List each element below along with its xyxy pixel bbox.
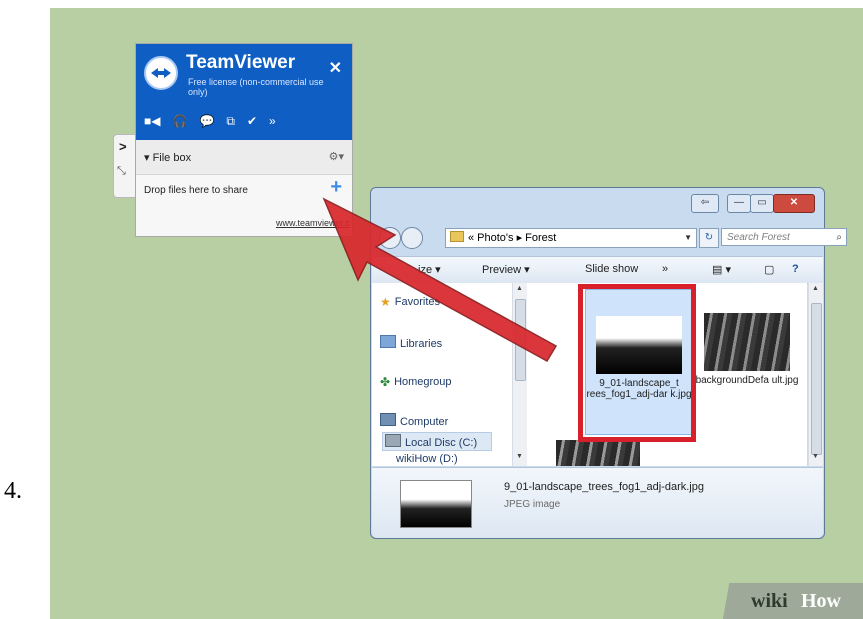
drag-arrow — [322, 197, 558, 363]
watermark-wiki: wiki — [751, 590, 788, 612]
watermark-how: How — [801, 590, 841, 612]
screenshot-canvas: > ⤡ TeamViewer Free license (non-commerc… — [50, 8, 863, 619]
step-number: 4. — [4, 478, 22, 504]
arrow-shape — [322, 197, 558, 363]
wikihow-watermark: wiki How — [711, 583, 863, 619]
